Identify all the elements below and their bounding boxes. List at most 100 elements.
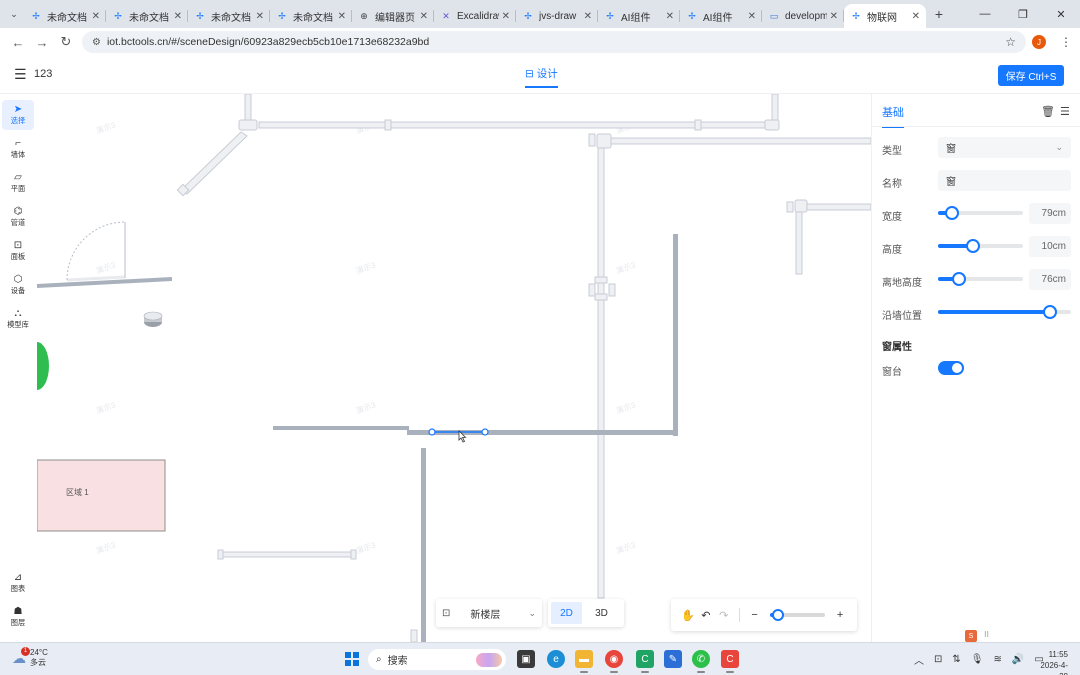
new-tab-button[interactable]: + [928, 3, 950, 25]
browser-tab[interactable]: ✢ AI组件 ✕ [598, 4, 680, 28]
height-input[interactable]: 10cm [1029, 236, 1071, 257]
close-tab-icon[interactable]: ✕ [830, 11, 838, 22]
close-tab-icon[interactable]: ✕ [92, 11, 100, 22]
browser-tab[interactable]: ✢ 物联网 ✕ [844, 4, 926, 28]
volume-icon[interactable]: 🔊 [1012, 654, 1024, 665]
menu-icon[interactable]: ☰ [14, 66, 27, 83]
tool-board[interactable]: ⊡ 面板 [2, 236, 34, 266]
browser-tab[interactable]: ✢ AI组件 ✕ [680, 4, 762, 28]
wall-position-slider-handle[interactable] [1042, 305, 1057, 319]
height-slider-handle[interactable] [965, 239, 980, 253]
zoom-in-button[interactable]: + [831, 609, 849, 621]
design-canvas[interactable]: 演示3 [37, 94, 871, 642]
tray-app-icon[interactable]: ⊡ [934, 654, 942, 665]
task-view-icon[interactable]: ▣ [517, 650, 535, 668]
panel-collapse-icon[interactable]: ☰ [1060, 105, 1070, 118]
view-3d-button[interactable]: 3D [586, 602, 617, 624]
microphone-icon[interactable]: 🎙 [971, 654, 984, 665]
tool-label: 设备 [10, 286, 26, 295]
tool-plane[interactable]: ▱ 平面 [2, 168, 34, 198]
close-window-icon[interactable]: ✕ [1042, 0, 1080, 28]
width-slider[interactable] [938, 206, 1023, 220]
file-explorer-icon[interactable]: ▬ [575, 650, 593, 673]
view-2d-button[interactable]: 2D [551, 602, 582, 624]
url-field[interactable]: ⚙ iot.bctools.cn/#/sceneDesign/60923a829… [82, 31, 1026, 53]
wall-position-slider[interactable] [938, 305, 1071, 319]
wall-segment [273, 426, 409, 430]
start-button[interactable] [345, 652, 359, 666]
site-info-icon[interactable]: ⚙ [92, 37, 101, 48]
close-tab-icon[interactable]: ✕ [748, 11, 756, 22]
area-zone[interactable]: 区域 1 [37, 459, 166, 532]
reload-icon[interactable]: ↻ [54, 30, 78, 54]
tool-device[interactable]: ⬡ 设备 [2, 270, 34, 300]
tool-wall[interactable]: ⌐ 墙体 [2, 134, 34, 164]
height-slider[interactable] [938, 239, 1023, 253]
chevron-up-icon[interactable]: ︿ [914, 652, 924, 667]
undo-icon[interactable]: ↶ [697, 609, 715, 622]
close-tab-icon[interactable]: ✕ [338, 11, 346, 22]
tab-search-chevron-icon[interactable]: ⌄ [4, 4, 24, 24]
close-tab-icon[interactable]: ✕ [256, 11, 264, 22]
app-red-c-icon[interactable]: C [721, 650, 739, 673]
zoom-slider[interactable] [769, 609, 826, 621]
weather-widget[interactable]: ☁ 1 24°C 多云 [12, 646, 48, 668]
ground-height-slider[interactable] [938, 272, 1023, 286]
zoom-out-button[interactable]: − [746, 609, 764, 621]
pan-hand-icon[interactable]: ✋ [679, 609, 697, 622]
ground-height-input[interactable]: 76cm [1029, 269, 1071, 290]
browser-tab[interactable]: ✢ jvs-draw ✕ [516, 4, 598, 28]
browser-tab[interactable]: ⊕ 编辑器页 ✕ [352, 4, 434, 28]
app-c-icon[interactable]: C [636, 650, 654, 673]
type-select[interactable]: 窗 ⌄ [938, 137, 1071, 158]
floor-selector[interactable]: ⊡ 新楼层 ⌄ [436, 599, 542, 627]
floor-plan[interactable]: 演示3 [37, 94, 871, 642]
close-tab-icon[interactable]: ✕ [912, 11, 920, 22]
device-object[interactable] [143, 311, 163, 327]
close-tab-icon[interactable]: ✕ [420, 11, 428, 22]
close-tab-icon[interactable]: ✕ [502, 11, 510, 22]
bookmark-star-icon[interactable]: ☆ [1005, 35, 1016, 49]
tool-layer[interactable]: ☗ 图层 [2, 602, 34, 632]
taskbar-search[interactable]: ⌕ 搜索 [368, 649, 506, 670]
browser-tab[interactable]: ✢ 未命文档 ✕ [106, 4, 188, 28]
tab-design[interactable]: ⊟ 设计 [525, 66, 558, 88]
tool-model-library[interactable]: ⛬ 模型库 [2, 304, 34, 334]
browser-tab[interactable]: ✢ 未命文档 ✕ [24, 4, 106, 28]
sill-toggle[interactable] [938, 361, 964, 375]
tool-pipe[interactable]: ⌬ 管道 [2, 202, 34, 232]
profile-avatar[interactable]: J [1032, 35, 1046, 49]
plugin-status-icon[interactable]: ⁝⁝ [984, 630, 989, 639]
ground-height-slider-handle[interactable] [952, 272, 967, 286]
zoom-slider-handle[interactable] [771, 609, 784, 621]
edge-icon[interactable]: e [547, 650, 565, 668]
name-input[interactable]: 窗 [938, 170, 1071, 191]
back-icon[interactable]: ← [6, 30, 30, 54]
clock[interactable]: 11:55 2026-4-28 [1032, 649, 1068, 675]
save-button[interactable]: 保存 Ctrl+S [998, 65, 1064, 86]
browser-tab[interactable]: ✢ 未命文档 ✕ [270, 4, 352, 28]
tab-basic[interactable]: 基础 [882, 104, 904, 128]
close-tab-icon[interactable]: ✕ [174, 11, 182, 22]
forward-icon[interactable]: → [30, 30, 54, 54]
wechat-icon[interactable]: ✆ [692, 650, 710, 673]
browser-tab[interactable]: ▭ developm ✕ [762, 4, 844, 28]
close-tab-icon[interactable]: ✕ [584, 11, 592, 22]
browser-tab[interactable]: ✕Excalidraw✕ [434, 4, 516, 28]
browser-tab[interactable]: ✢ 未命文档 ✕ [188, 4, 270, 28]
network-tray-icon[interactable]: ⇅ [952, 654, 960, 665]
csdn-plugin-icon[interactable]: S [965, 630, 977, 642]
width-slider-handle[interactable] [944, 206, 959, 220]
delete-icon[interactable]: 🗑 [1041, 105, 1055, 118]
wifi-icon[interactable]: ≋ [993, 654, 1001, 665]
maximize-icon[interactable]: ❐ [1004, 0, 1042, 28]
tool-select[interactable]: ➤ 选择 [2, 100, 34, 130]
tool-chart[interactable]: ⊿ 图表 [2, 568, 34, 598]
redo-icon[interactable]: ↷ [715, 609, 733, 622]
app-draw-icon[interactable]: ✎ [664, 650, 682, 668]
close-tab-icon[interactable]: ✕ [666, 11, 674, 22]
width-input[interactable]: 79cm [1029, 203, 1071, 224]
chrome-icon[interactable]: ◉ [605, 650, 623, 673]
browser-menu-icon[interactable]: ⋮ [1056, 35, 1076, 49]
minimize-icon[interactable]: — [966, 0, 1004, 28]
